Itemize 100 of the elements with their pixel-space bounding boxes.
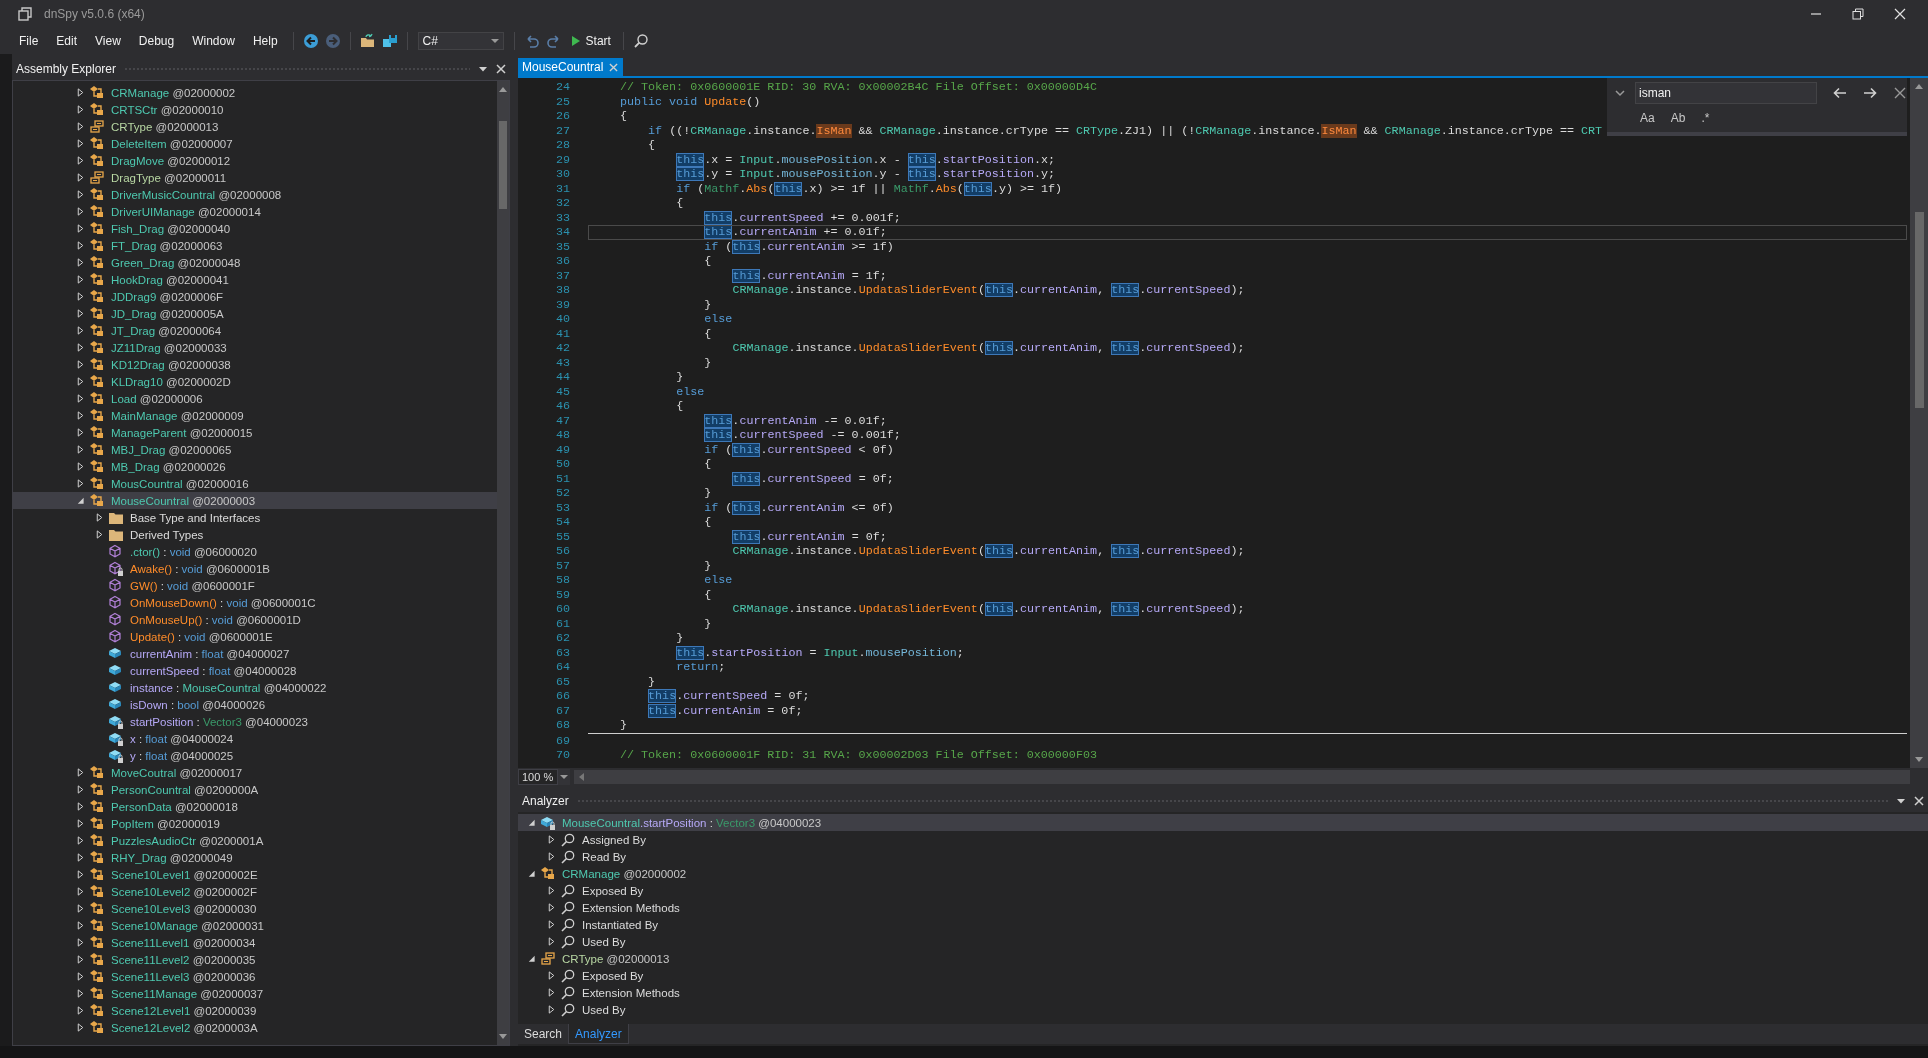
tree-item[interactable]: y : float @04000025 [13, 747, 497, 764]
search-option-toggle[interactable]: Ab [1667, 110, 1689, 126]
tree-item[interactable]: MainManage @02000009 [13, 407, 497, 424]
tree-item[interactable]: PersonData @02000018 [13, 798, 497, 815]
tree-item[interactable]: Update() : void @0600001E [13, 628, 497, 645]
tree-item[interactable]: Scene12Level2 @0200003A [13, 1019, 497, 1036]
collapsed-arrow-icon[interactable] [75, 88, 85, 97]
tree-item[interactable]: Derived Types [13, 526, 497, 543]
collapsed-arrow-icon[interactable] [75, 241, 85, 250]
collapsed-arrow-icon[interactable] [546, 971, 556, 980]
tree-item[interactable]: Scene10Level1 @0200002E [13, 866, 497, 883]
tree-item[interactable]: Extension Methods [518, 984, 1928, 1001]
collapsed-arrow-icon[interactable] [546, 852, 556, 861]
collapsed-arrow-icon[interactable] [75, 292, 85, 301]
collapsed-arrow-icon[interactable] [75, 819, 85, 828]
tree-item[interactable]: .ctor() : void @06000020 [13, 543, 497, 560]
collapsed-arrow-icon[interactable] [75, 462, 85, 471]
close-icon[interactable] [1893, 87, 1907, 99]
collapsed-arrow-icon[interactable] [75, 955, 85, 964]
collapsed-arrow-icon[interactable] [75, 870, 85, 879]
collapsed-arrow-icon[interactable] [546, 920, 556, 929]
tree-item[interactable]: MousCountral @02000016 [13, 475, 497, 492]
panel-tab[interactable]: Search [518, 1024, 569, 1044]
tree-item[interactable]: PopItem @02000019 [13, 815, 497, 832]
collapsed-arrow-icon[interactable] [546, 988, 556, 997]
tree-item[interactable]: instance : MouseCountral @04000022 [13, 679, 497, 696]
menu-item[interactable]: Debug [129, 31, 184, 50]
search-option-toggle[interactable]: .* [1698, 110, 1713, 126]
save-all-icon[interactable] [381, 32, 398, 49]
collapsed-arrow-icon[interactable] [75, 802, 85, 811]
panel-tab[interactable]: Analyzer [568, 1024, 629, 1044]
tree-item[interactable]: MoveCoutral @02000017 [13, 764, 497, 781]
tree-item[interactable]: KLDrag10 @0200002D [13, 373, 497, 390]
tree-item[interactable]: Exposed By [518, 882, 1928, 899]
tree-item[interactable]: isDown : bool @04000026 [13, 696, 497, 713]
menu-item[interactable]: Edit [47, 31, 87, 50]
tree-item[interactable]: DragMove @02000012 [13, 152, 497, 169]
collapsed-arrow-icon[interactable] [75, 105, 85, 114]
editor-tab[interactable]: MouseCountral [518, 58, 624, 76]
dropdown-caret-icon[interactable] [478, 64, 488, 74]
collapsed-arrow-icon[interactable] [75, 394, 85, 403]
scroll-down-arrow-icon[interactable] [499, 1034, 507, 1040]
collapsed-arrow-icon[interactable] [75, 309, 85, 318]
collapsed-arrow-icon[interactable] [94, 530, 104, 539]
tree-item[interactable]: JT_Drag @02000064 [13, 322, 497, 339]
scroll-up-arrow-icon[interactable] [499, 86, 507, 92]
tree-item[interactable]: Awake() : void @0600001B [13, 560, 497, 577]
collapsed-arrow-icon[interactable] [75, 122, 85, 131]
collapsed-arrow-icon[interactable] [75, 1006, 85, 1015]
language-dropdown[interactable]: C# [417, 31, 504, 50]
tree-item[interactable]: startPosition : Vector3 @04000023 [13, 713, 497, 730]
collapsed-arrow-icon[interactable] [75, 428, 85, 437]
tree-item[interactable]: OnMouseDown() : void @0600001C [13, 594, 497, 611]
next-arrow-icon[interactable] [1863, 87, 1877, 99]
tree-item[interactable]: DragType @02000011 [13, 169, 497, 186]
tree-item[interactable]: DriverMusicCountral @02000008 [13, 186, 497, 203]
collapsed-arrow-icon[interactable] [75, 207, 85, 216]
collapsed-arrow-icon[interactable] [75, 445, 85, 454]
tree-item[interactable]: MBJ_Drag @02000065 [13, 441, 497, 458]
tree-item[interactable]: Scene12Level1 @02000039 [13, 1002, 497, 1019]
tree-item[interactable]: DeleteItem @02000007 [13, 135, 497, 152]
collapsed-arrow-icon[interactable] [75, 904, 85, 913]
tree-item[interactable]: FT_Drag @02000063 [13, 237, 497, 254]
restore-icon[interactable] [1852, 7, 1864, 20]
open-folder-icon[interactable] [359, 32, 376, 49]
tree-item[interactable]: RHY_Drag @02000049 [13, 849, 497, 866]
menu-item[interactable]: Window [183, 31, 244, 50]
collapsed-arrow-icon[interactable] [75, 139, 85, 148]
tree-item[interactable]: Extension Methods [518, 899, 1928, 916]
tree-item[interactable]: Assigned By [518, 831, 1928, 848]
search-icon[interactable] [632, 32, 649, 49]
collapsed-arrow-icon[interactable] [75, 479, 85, 488]
menu-item[interactable]: View [86, 31, 130, 50]
search-field[interactable]: isman [1635, 82, 1817, 104]
start-button[interactable]: Start [564, 33, 617, 48]
chevron-down-icon[interactable] [1615, 88, 1625, 98]
tree-item[interactable]: JD_Drag @0200005A [13, 305, 497, 322]
collapsed-arrow-icon[interactable] [546, 937, 556, 946]
tree-item[interactable]: x : float @04000024 [13, 730, 497, 747]
collapsed-arrow-icon[interactable] [75, 411, 85, 420]
collapsed-arrow-icon[interactable] [94, 513, 104, 522]
tree-item[interactable]: Instantiated By [518, 916, 1928, 933]
tree-item[interactable]: Scene11Level2 @02000035 [13, 951, 497, 968]
menu-item[interactable]: File [10, 31, 48, 50]
tree-item[interactable]: MouseCountral.startPosition : Vector3 @04000023 [518, 814, 1928, 831]
scrollbar-thumb[interactable] [499, 121, 507, 209]
expanded-arrow-icon[interactable] [75, 496, 85, 505]
expanded-arrow-icon[interactable] [526, 869, 536, 878]
collapsed-arrow-icon[interactable] [546, 1005, 556, 1014]
tree-item[interactable]: currentSpeed : float @04000028 [13, 662, 497, 679]
tree-item[interactable]: CRManage @02000002 [13, 84, 497, 101]
tree-item[interactable]: MouseCountral @02000003 [13, 492, 497, 509]
collapsed-arrow-icon[interactable] [75, 156, 85, 165]
tree-item[interactable]: Scene11Level3 @02000036 [13, 968, 497, 985]
collapsed-arrow-icon[interactable] [75, 921, 85, 930]
tree-item[interactable]: Load @02000006 [13, 390, 497, 407]
scrollbar[interactable] [1910, 78, 1928, 768]
collapsed-arrow-icon[interactable] [75, 938, 85, 947]
zoom-field[interactable]: 100 % [518, 769, 558, 785]
tree-item[interactable]: Fish_Drag @02000040 [13, 220, 497, 237]
